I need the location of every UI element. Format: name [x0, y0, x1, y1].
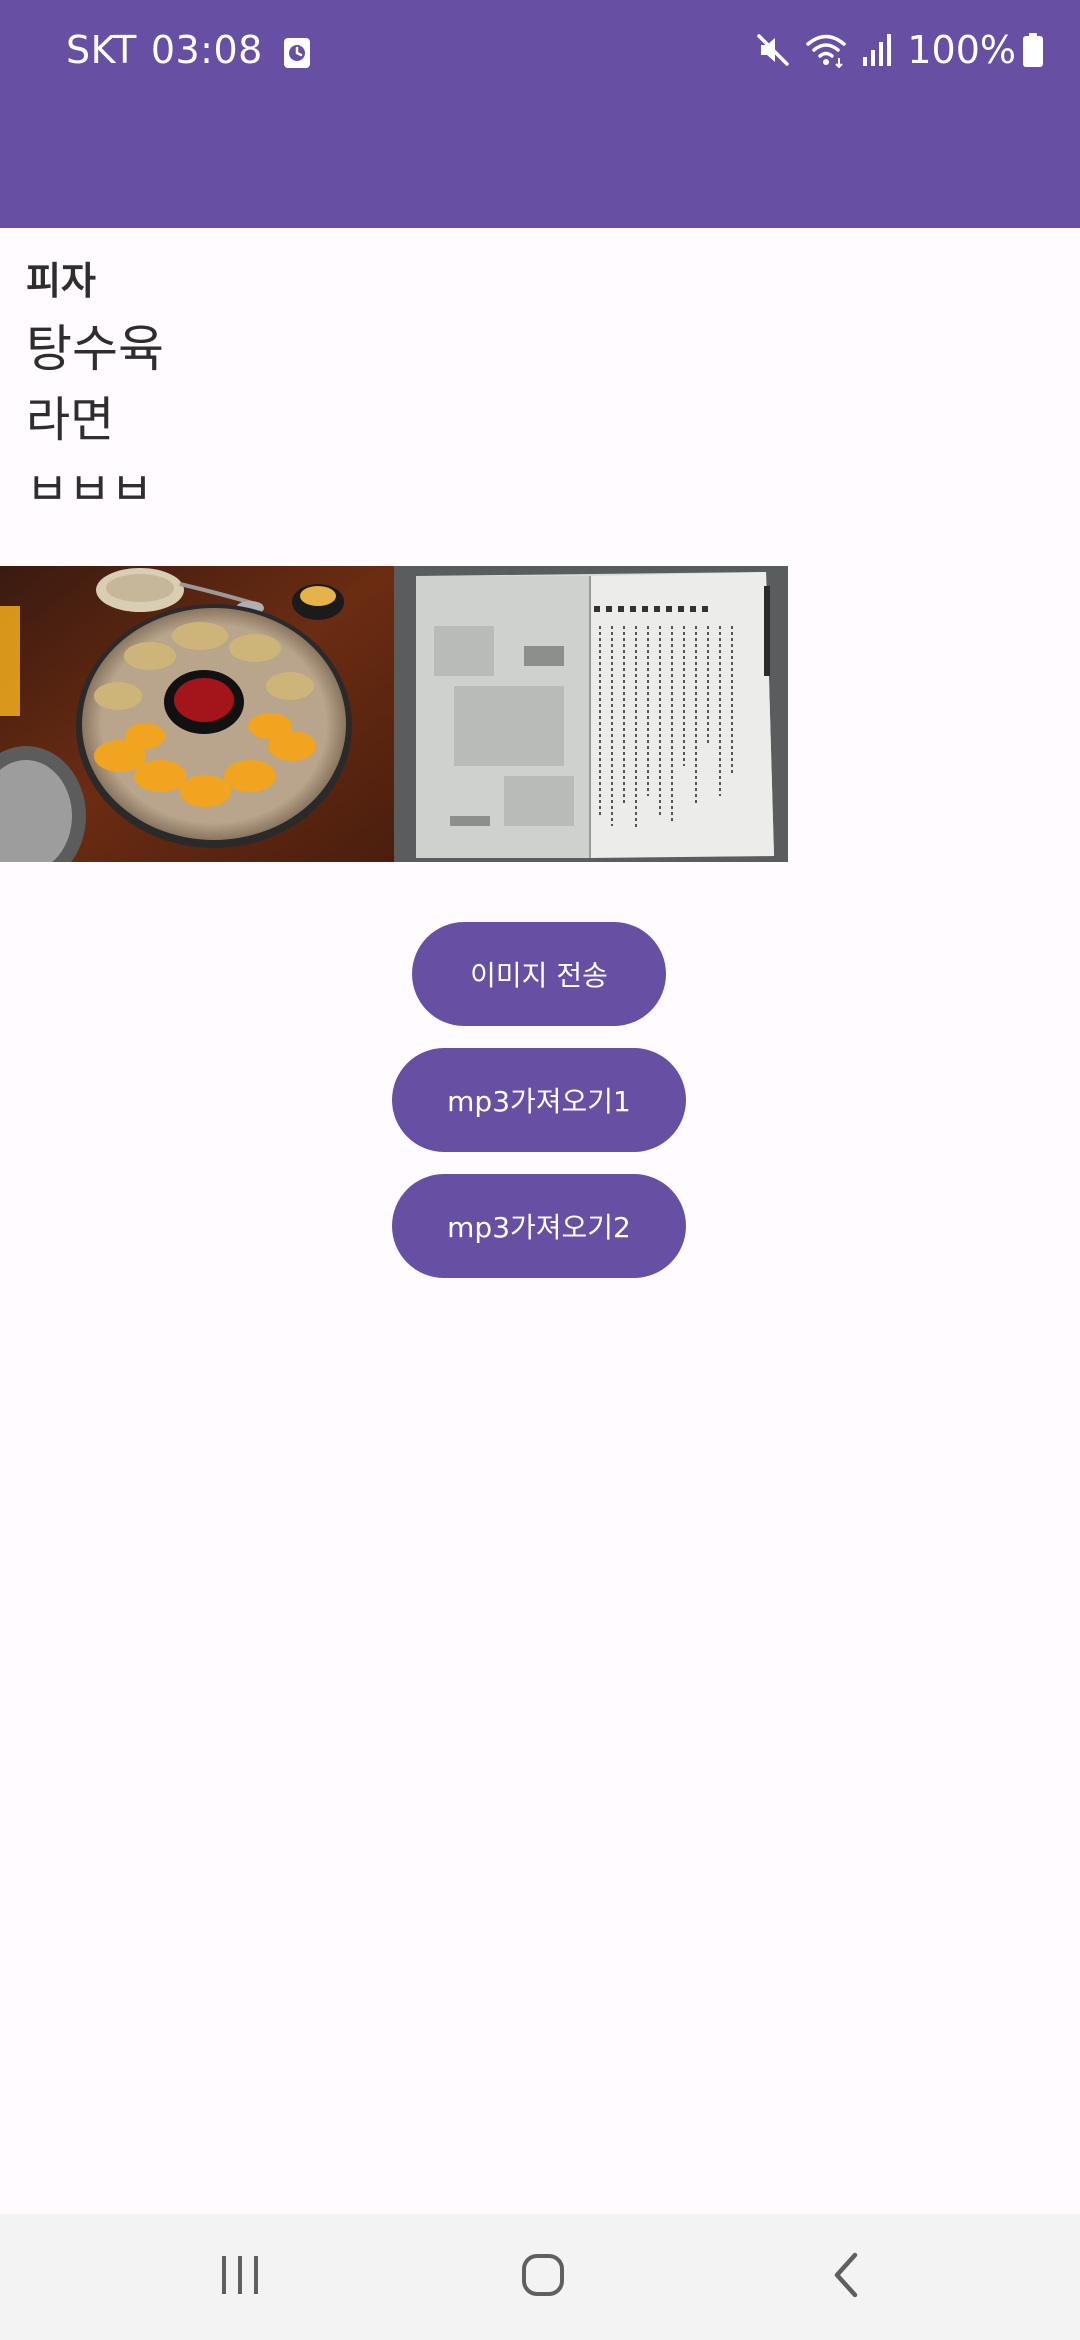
- text-line-ramen: 라면: [26, 392, 115, 448]
- get-mp3-2-button[interactable]: mp3가져오기2: [392, 1174, 686, 1278]
- clock: 03:08: [150, 28, 263, 72]
- battery-icon: [1022, 32, 1044, 68]
- back-button[interactable]: [786, 2214, 906, 2340]
- alarm-icon: [283, 34, 311, 68]
- text-line-bbb: ㅂㅂㅂ: [26, 462, 153, 516]
- text-line-pizza: 피자: [26, 259, 96, 303]
- navigation-bar: [0, 2214, 1080, 2340]
- app-header: SKT 03:08 100%: [0, 0, 1080, 228]
- send-image-button[interactable]: 이미지 전송: [412, 922, 666, 1026]
- get-mp3-1-button[interactable]: mp3가져오기1: [392, 1048, 686, 1152]
- home-button[interactable]: [483, 2214, 603, 2340]
- status-right: 100%: [755, 28, 1044, 72]
- home-icon: [521, 2253, 565, 2301]
- recents-button[interactable]: [180, 2214, 300, 2340]
- image-row: [0, 566, 788, 862]
- status-bar: SKT 03:08 100%: [0, 0, 1080, 104]
- food-photo: [0, 566, 394, 862]
- wifi-icon: [805, 32, 847, 68]
- recents-icon: [218, 2254, 262, 2300]
- book-photo: [394, 566, 788, 862]
- battery-label: 100%: [907, 28, 1016, 72]
- signal-icon: [861, 33, 893, 67]
- status-left: SKT 03:08: [66, 28, 311, 72]
- text-list: 피자 탕수육 라면 ㅂㅂㅂ: [26, 262, 164, 526]
- carrier-label: SKT: [66, 28, 137, 72]
- mute-icon: [755, 32, 791, 68]
- back-icon: [831, 2252, 861, 2302]
- text-line-tangsuyuk: 탕수육: [26, 320, 164, 378]
